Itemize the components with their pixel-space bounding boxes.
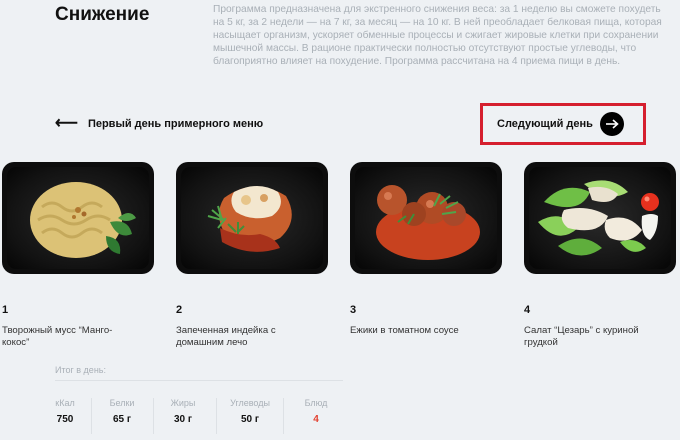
- stat-calories: кКал 750: [40, 398, 90, 425]
- stat-carbs: Углеводы 50 г: [225, 398, 275, 425]
- next-day-button[interactable]: Следующий день: [497, 111, 624, 137]
- dish-name-2: Запеченная индейка с домашним лечо: [176, 325, 276, 348]
- dish-image-2: [176, 162, 328, 274]
- dish-name-1: Творожный мусс “Манго-кокос”: [2, 325, 113, 348]
- stat-divider: [153, 398, 154, 434]
- dish-image-4: [524, 162, 676, 274]
- arrow-right-icon[interactable]: [600, 112, 624, 136]
- dish-image-3: [350, 162, 502, 274]
- stat-label: Углеводы: [230, 398, 270, 408]
- dish-number-2: 2: [176, 304, 183, 316]
- stat-value: 50 г: [240, 414, 260, 425]
- dish-name-4: Салат “Цезарь” с куриной грудкой: [524, 325, 639, 348]
- stat-protein: Белки 65 г: [97, 398, 147, 425]
- stat-divider: [91, 398, 92, 434]
- stat-label: кКал: [55, 398, 75, 408]
- stat-divider: [216, 398, 217, 434]
- program-description: Программа предназначена для экстренного …: [213, 4, 662, 67]
- stat-value: 4: [313, 414, 319, 425]
- stat-divider: [283, 398, 284, 434]
- stat-label: Белки: [109, 398, 135, 408]
- stat-value: 750: [56, 414, 74, 425]
- stat-dish-count: Блюд 4: [291, 398, 341, 425]
- stat-fat: Жиры 30 г: [158, 398, 208, 425]
- stat-label: Блюд: [304, 398, 328, 408]
- dish-number-3: 3: [350, 304, 357, 316]
- dish-number-1: 1: [2, 304, 9, 316]
- prev-day-label: Первый день примерного меню: [87, 118, 264, 130]
- dish-name-3: Ежики в томатном соусе: [350, 325, 459, 336]
- summary-divider: [55, 380, 343, 381]
- next-day-label: Следующий день: [497, 118, 593, 130]
- dish-number-4: 4: [524, 304, 531, 316]
- stat-label: Жиры: [170, 398, 196, 408]
- prev-day-link[interactable]: ⟵ Первый день примерного меню: [55, 115, 264, 132]
- daily-summary-title: Итог в день:: [55, 365, 106, 375]
- dish-image-1: [2, 162, 154, 274]
- stat-value: 30 г: [173, 414, 193, 425]
- arrow-left-icon: ⟵: [55, 115, 78, 132]
- program-title: Снижение: [55, 4, 150, 25]
- stat-value: 65 г: [112, 414, 132, 425]
